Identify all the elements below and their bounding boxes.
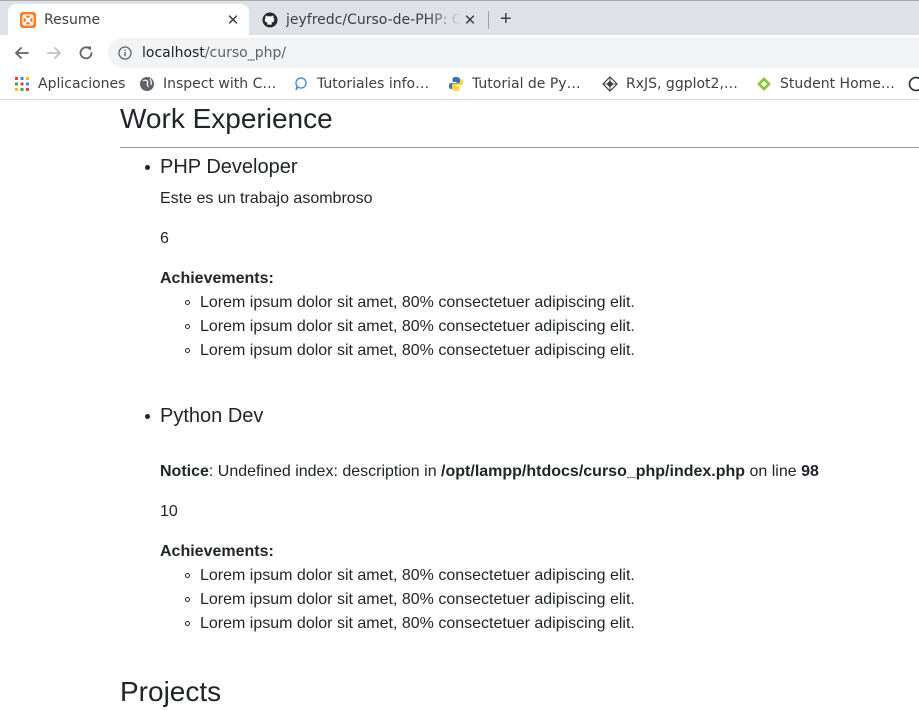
job-item: Python Dev Notice: Undefined index: desc… (145, 404, 900, 632)
bookmark-student-home[interactable]: Student Home… (756, 76, 895, 92)
new-tab-button[interactable]: + (500, 9, 512, 29)
tab-title: jeyfredc/Curso-de-PHP: Cu (286, 12, 462, 28)
notice-file: /opt/lampp/htdocs/curso_php/index.php (441, 463, 746, 480)
achievement-text: Lorem ipsum dolor sit amet, 80% consecte… (200, 591, 635, 608)
bookmark-label: Tutorial de Py… (472, 76, 581, 92)
circle-bullet (185, 573, 190, 578)
tab-github[interactable]: jeyfredc/Curso-de-PHP: Cu ✕ (250, 4, 486, 36)
job-months: 10 (160, 503, 178, 520)
circle-bullet (185, 597, 190, 602)
circle-bullet (185, 324, 190, 329)
job-title: Python Dev (160, 405, 264, 427)
url-host: localhost (142, 45, 205, 61)
close-tab-icon[interactable]: ✕ (462, 11, 478, 29)
section-divider (120, 147, 919, 148)
apps-grid-icon (15, 77, 29, 91)
achievement-item: Lorem ipsum dolor sit amet, 80% consecte… (185, 317, 635, 337)
bookmark-rxjs[interactable]: RxJS, ggplot2,… (602, 76, 738, 92)
achievement-text: Lorem ipsum dolor sit amet, 80% consecte… (200, 567, 635, 584)
reload-icon[interactable] (76, 43, 96, 63)
circle-bullet (185, 621, 190, 626)
bookmark-label: Tutoriales info… (317, 76, 430, 92)
bubble-icon (295, 77, 307, 91)
achievement-item: Lorem ipsum dolor sit amet, 80% consecte… (185, 590, 635, 610)
url-path: /curso_php/ (204, 45, 287, 61)
bookmark-inspect[interactable]: Inspect with C… (139, 76, 276, 92)
bookmark-label: Inspect with C… (163, 76, 277, 92)
github-icon (262, 12, 278, 28)
job-item: PHP Developer Este es un trabajo asombro… (145, 155, 900, 359)
job-months: 6 (160, 230, 169, 247)
tab-title: Resume (44, 12, 101, 28)
php-notice: Notice: Undefined index: description in … (160, 462, 819, 482)
back-arrow-icon[interactable] (12, 43, 32, 63)
bookmark-python[interactable]: Tutorial de Py… (448, 76, 581, 92)
job-title: PHP Developer (160, 156, 298, 178)
info-icon[interactable] (118, 46, 132, 60)
notice-on-line: on line (745, 463, 802, 480)
bookmark-label: RxJS, ggplot2,… (626, 76, 738, 92)
address-bar[interactable]: localhost/curso_php/ (108, 38, 919, 68)
achievement-text: Lorem ipsum dolor sit amet, 80% consecte… (200, 615, 635, 632)
url-text: localhost/curso_php/ (142, 45, 286, 61)
achievement-item: Lorem ipsum dolor sit amet, 80% consecte… (185, 614, 635, 634)
list-bullet (145, 414, 150, 419)
bookmark-overflow[interactable] (908, 76, 919, 92)
xampp-icon (20, 12, 36, 28)
bookmark-tutoriales[interactable]: Tutoriales info… (293, 76, 429, 92)
notice-label: Notice (160, 463, 209, 480)
circle-bullet (185, 300, 190, 305)
achievement-text: Lorem ipsum dolor sit amet, 80% consecte… (200, 294, 635, 311)
achievement-text: Lorem ipsum dolor sit amet, 80% consecte… (200, 318, 635, 335)
achievement-item: Lorem ipsum dolor sit amet, 80% consecte… (185, 566, 635, 586)
achievement-text: Lorem ipsum dolor sit amet, 80% consecte… (200, 342, 635, 359)
tab-separator (488, 11, 489, 29)
forward-arrow-icon[interactable] (44, 43, 64, 63)
close-tab-icon[interactable]: ✕ (225, 11, 241, 29)
tab-strip: Resume ✕ jeyfredc/Curso-de-PHP: Cu ✕ + (0, 0, 919, 36)
bookmark-label: Student Home… (780, 76, 895, 92)
globe-icon (140, 77, 154, 91)
python-icon (449, 77, 463, 91)
notice-line-number: 98 (801, 463, 819, 480)
achievement-item: Lorem ipsum dolor sit amet, 80% consecte… (185, 341, 635, 361)
achievements-label: Achievements: (160, 543, 274, 560)
list-bullet (145, 165, 150, 170)
job-description: Este es un trabajo asombroso (160, 190, 373, 207)
browser-toolbar: localhost/curso_php/ (0, 35, 919, 71)
achievement-item: Lorem ipsum dolor sit amet, 80% consecte… (185, 293, 635, 313)
tab-resume[interactable]: Resume ✕ (8, 4, 249, 36)
page-content: Work Experience PHP Developer Este es un… (0, 100, 919, 710)
notice-message: : Undefined index: description in (208, 463, 442, 480)
bookmarks-bar: Aplicaciones Inspect with C… Tutoriales … (0, 71, 919, 100)
diamond-icon (602, 76, 618, 92)
work-experience-heading: Work Experience (120, 103, 333, 134)
bookmark-apps[interactable]: Aplicaciones (14, 76, 125, 92)
circle-bullet (185, 348, 190, 353)
green-diamond-icon (757, 77, 771, 91)
github-icon (908, 76, 919, 92)
bookmark-label: Aplicaciones (38, 76, 126, 92)
achievements-label: Achievements: (160, 270, 274, 287)
projects-heading: Projects (120, 676, 222, 707)
